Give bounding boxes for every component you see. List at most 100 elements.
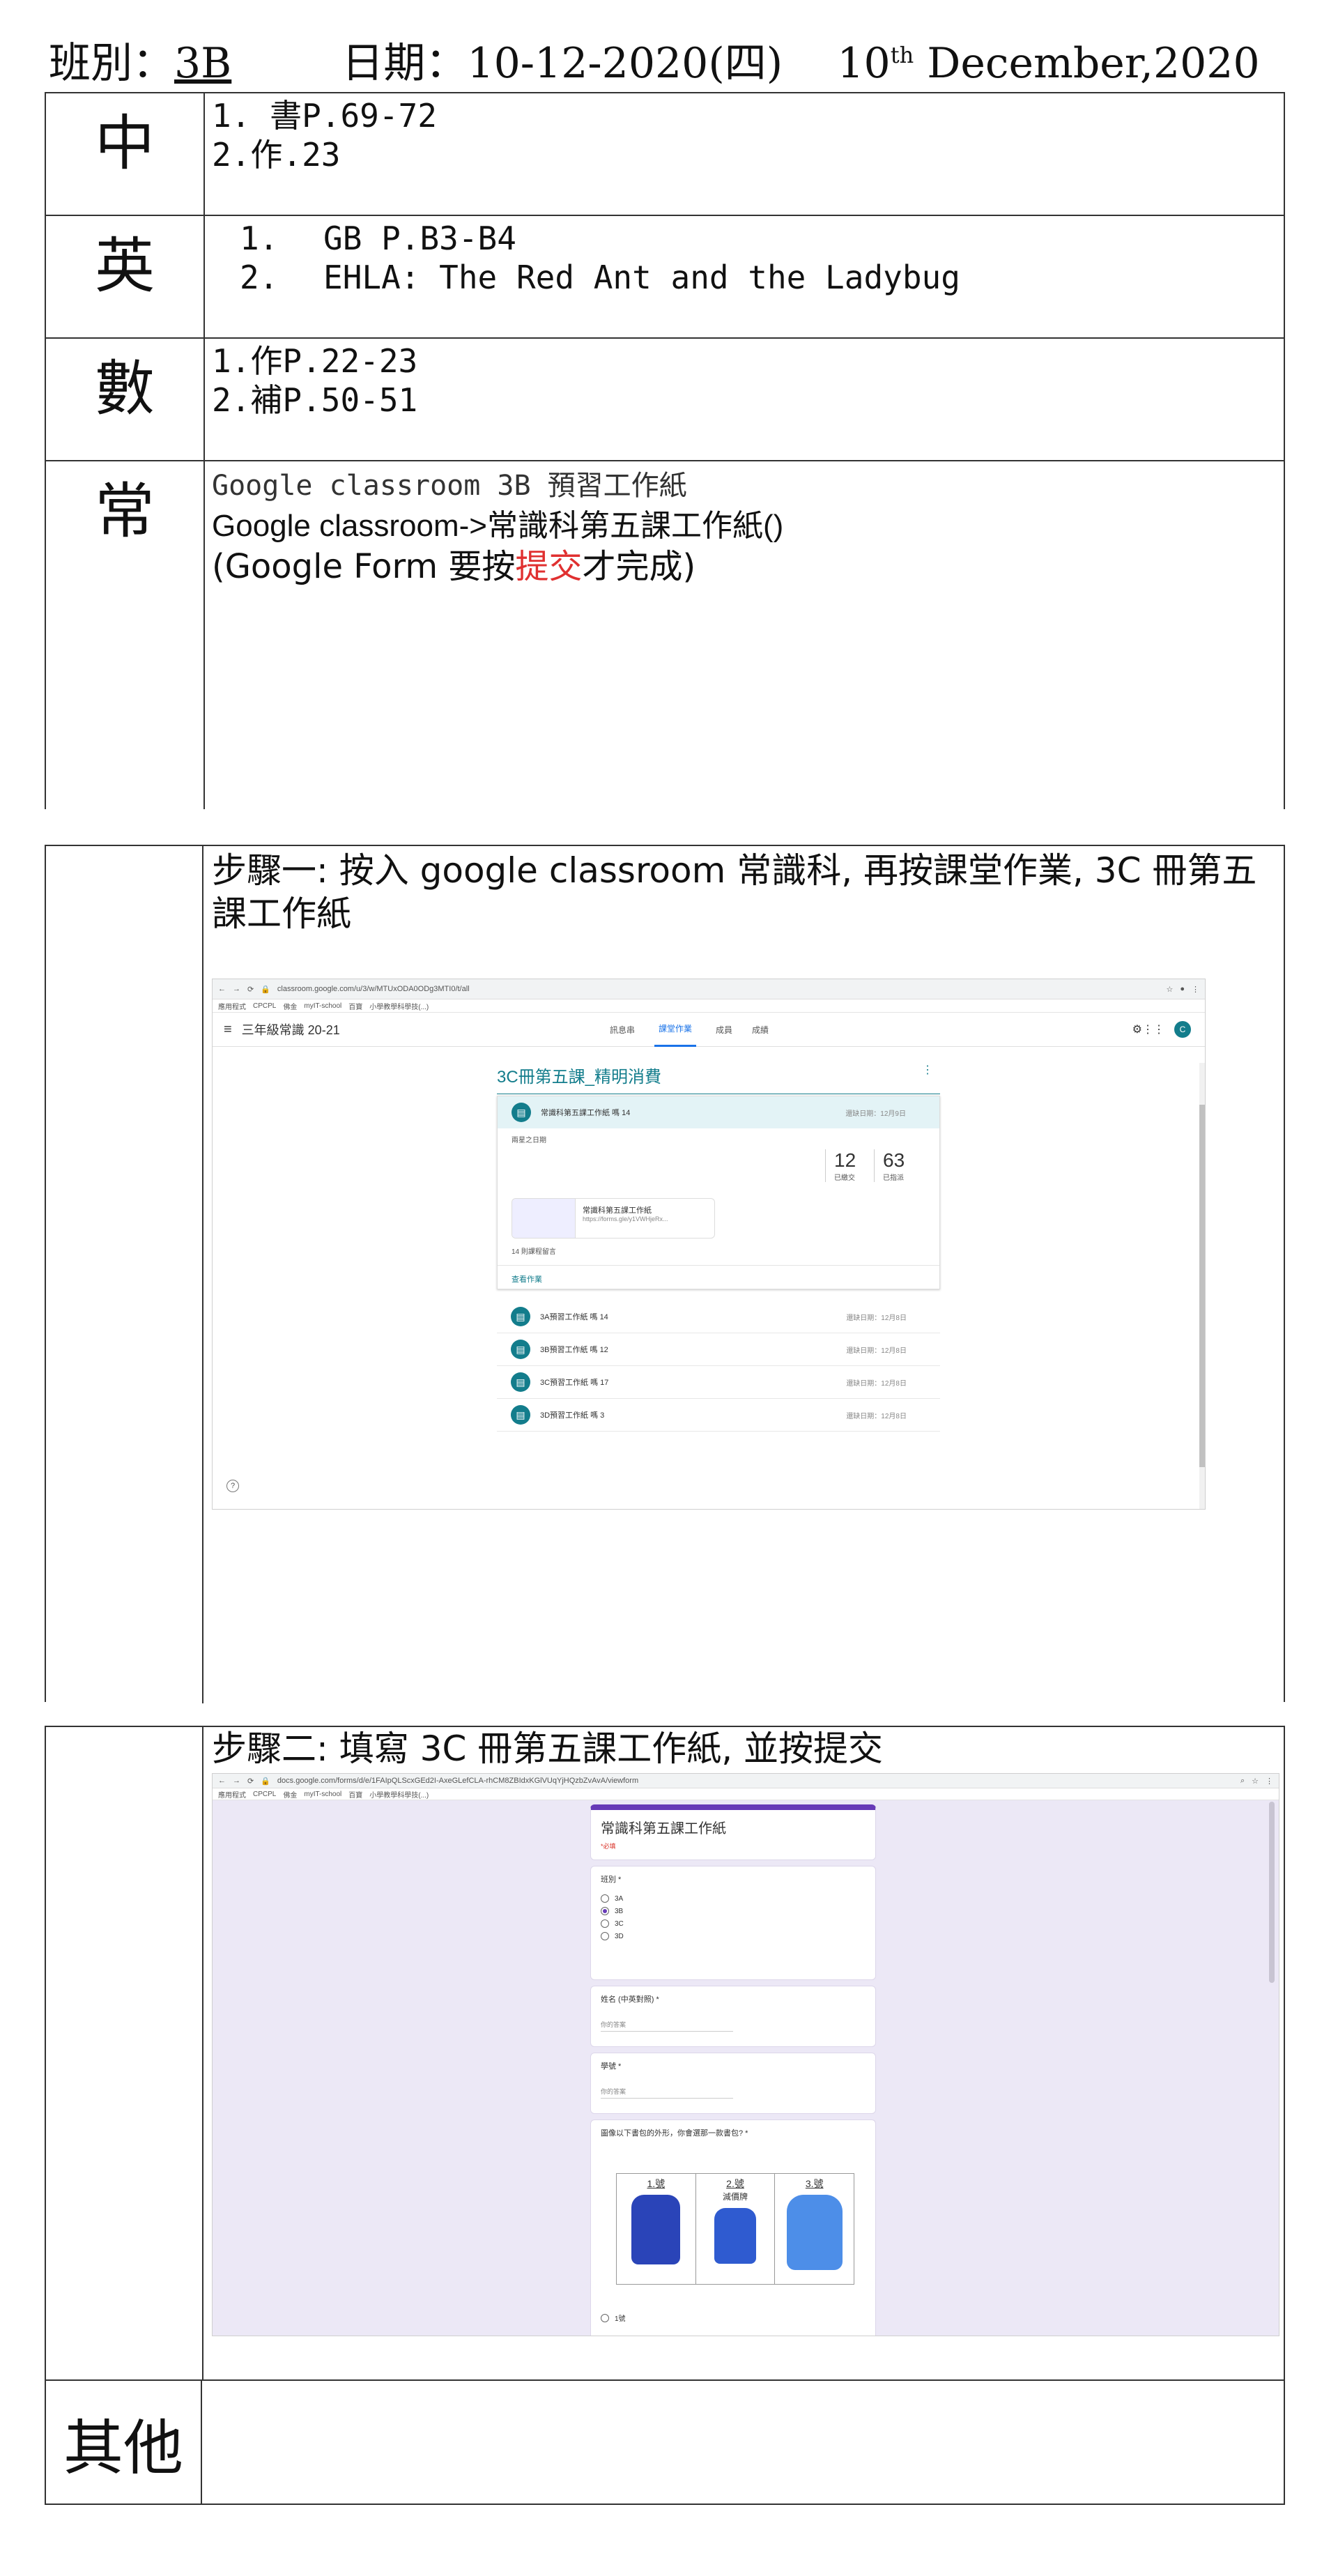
forward-icon[interactable]: → xyxy=(233,985,240,993)
assignment-row[interactable]: ▤ 3C預習工作紙 嗎 17 還缺日期：12月8日 xyxy=(497,1366,940,1399)
assignment-icon: ▤ xyxy=(511,1307,530,1326)
forward-icon[interactable]: → xyxy=(233,1777,240,1785)
row-math: 數 1.作P.22-23 2.補P.50-51 xyxy=(45,337,1285,461)
bag-label-3: 3.號 xyxy=(805,2178,824,2189)
assignment-icon: ▤ xyxy=(511,1340,530,1359)
classwork-topic: 3C冊第五課_精明消費 ⋮ ▤ 常識科第五課工作紙 嗎 14 還缺日期：12月9日… xyxy=(497,1063,940,1432)
reload-icon[interactable]: ⟳ xyxy=(247,985,254,994)
required-note: *必填 xyxy=(601,1843,616,1850)
avatar[interactable]: ● xyxy=(1180,985,1185,993)
class-comments[interactable]: 14 則課程留言 xyxy=(512,1245,556,1256)
tab-people[interactable]: 成員 xyxy=(716,1024,732,1036)
bag-note-2: 減價牌 xyxy=(723,2192,748,2202)
attachment-thumbnail xyxy=(512,1199,576,1238)
bag-label-2: 2.號 xyxy=(726,2178,744,2189)
view-assignment-link[interactable]: 查看作業 xyxy=(512,1273,542,1285)
tab-grades[interactable]: 成績 xyxy=(752,1024,769,1036)
general-line-2: Google classroom->常識科第五課工作紙() xyxy=(212,509,784,543)
general-line-3-pre: (Google Form 要按 xyxy=(212,547,516,586)
help-icon[interactable]: ? xyxy=(226,1480,239,1492)
topic-title: 3C冊第五課_精明消費 ⋮ xyxy=(497,1063,940,1094)
star-icon[interactable]: ☆ xyxy=(1166,985,1173,994)
class-title[interactable]: 三年級常識 20-21 xyxy=(242,1020,340,1038)
backpack-1-icon xyxy=(631,2195,681,2264)
general-line-3: (Google Form 要按提交才完成) xyxy=(212,546,1277,587)
handed-in-label: 已繳交 xyxy=(834,1174,855,1182)
radio-3a[interactable]: 3A xyxy=(601,1894,866,1903)
backpack-3-icon xyxy=(786,2195,843,2270)
assignment-row[interactable]: ▤ 3D預習工作紙 嗎 3 還缺日期：12月8日 xyxy=(497,1399,940,1432)
bookmark-6[interactable]: 小學教學科學技(...) xyxy=(369,1001,429,1011)
assignment-row[interactable]: ▤ 3B預習工作紙 嗎 12 還缺日期：12月8日 xyxy=(497,1333,940,1366)
chinese-line-1: 1. 書P.69-72 xyxy=(212,97,437,135)
homework-table: 中 1. 書P.69-72 2.作.23 英 1. GB P.B3-B4 2. EH… xyxy=(45,92,1285,809)
reload-icon[interactable]: ⟳ xyxy=(247,1777,254,1786)
question-name: 姓名 (中英對照) * 你的答案 xyxy=(590,1986,876,2047)
classroom-header: ≡ 三年級常識 20-21 訊息串 課堂作業 成員 成績 ⚙ ⋮⋮ C xyxy=(213,1013,1205,1047)
q4-label: 圖像以下書包的外形，你會選那一款書包? * xyxy=(601,2129,748,2138)
tab-classwork[interactable]: 課堂作業 xyxy=(654,1012,697,1047)
main-assignment-title[interactable]: 常識科第五課工作紙 嗎 14 xyxy=(541,1107,630,1118)
radio-bag-1[interactable]: 1號 xyxy=(601,2313,626,2323)
subject-general: 常 xyxy=(45,460,205,809)
back-icon[interactable]: ← xyxy=(218,1777,226,1785)
name-input[interactable]: 你的答案 xyxy=(601,2020,733,2032)
bookmark-5[interactable]: 百寶 xyxy=(348,1001,362,1011)
bookmark-4[interactable]: myIT-school xyxy=(304,1002,341,1010)
english-num-1: 1. xyxy=(240,220,279,257)
assignment-icon: ▤ xyxy=(512,1103,531,1122)
gear-icon[interactable]: ⚙ xyxy=(1132,1022,1142,1036)
row-other: 其他 xyxy=(45,2379,1285,2505)
lock-icon: 🔒 xyxy=(261,985,270,994)
bookmark-2[interactable]: CPCPL xyxy=(253,1002,276,1010)
english-num-2: 2. xyxy=(240,259,279,296)
general-line-1: Google classroom 3B 預習工作紙 xyxy=(212,470,687,502)
hamburger-icon[interactable]: ≡ xyxy=(224,1022,232,1038)
q1-label: 班別 * xyxy=(601,1876,622,1884)
form-scrollbar[interactable] xyxy=(1269,1802,1275,1983)
url-text[interactable]: docs.google.com/forms/d/e/1FAIpQLScxGEd2… xyxy=(277,1777,638,1785)
q3-label: 學號 * xyxy=(601,2062,622,2071)
browser-address-bar[interactable]: ← → ⟳ 🔒 classroom.google.com/u/3/w/MTUxO… xyxy=(213,979,1205,999)
apps-icon[interactable]: ⋮⋮ xyxy=(1142,1022,1164,1036)
general-line-3-post: 才完成) xyxy=(582,547,696,586)
radio-3c[interactable]: 3C xyxy=(601,1919,866,1928)
topic-more-icon[interactable]: ⋮ xyxy=(922,1063,933,1077)
scrollbar[interactable] xyxy=(1199,1063,1205,1509)
classroom-screenshot: ← → ⟳ 🔒 classroom.google.com/u/3/w/MTUxO… xyxy=(212,979,1206,1510)
url-text[interactable]: classroom.google.com/u/3/w/MTUxODA0ODg3M… xyxy=(277,985,470,993)
subject-chinese: 中 xyxy=(45,92,205,216)
date-label: 日期： xyxy=(341,39,468,88)
browser-address-bar[interactable]: ← → ⟳ 🔒 docs.google.com/forms/d/e/1FAIpQ… xyxy=(213,1774,1279,1788)
header-line: 班別：3B 日期：10-12-2020(四) 10th December,202… xyxy=(49,29,1260,90)
radio-3d[interactable]: 3D xyxy=(601,1932,866,1940)
tab-stream[interactable]: 訊息串 xyxy=(610,1024,635,1036)
expanded-assignment-card[interactable]: ▤ 常識科第五課工作紙 嗎 14 還缺日期：12月9日 兩星之日期 12 已繳交… xyxy=(497,1096,940,1289)
search-icon[interactable]: ⌕ xyxy=(1240,1777,1245,1786)
backpack-2-icon xyxy=(714,2208,756,2264)
attachment-card[interactable]: 常識科第五課工作紙 https://forms.gle/y1VWHjeRx... xyxy=(512,1198,715,1239)
subject-other: 其他 xyxy=(46,2381,202,2504)
math-line-2: 2.補P.50-51 xyxy=(212,381,418,419)
handed-in-count: 12 xyxy=(834,1149,856,1171)
star-icon[interactable]: ☆ xyxy=(1252,1777,1259,1786)
chinese-homework: 1. 書P.69-72 2.作.23 xyxy=(203,92,1285,216)
back-icon[interactable]: ← xyxy=(218,985,226,993)
menu-icon[interactable]: ⋮ xyxy=(1266,1777,1273,1786)
q2-label: 姓名 (中英對照) * xyxy=(601,1995,659,2004)
question-number: 學號 * 你的答案 xyxy=(590,2053,876,2114)
menu-icon[interactable]: ⋮ xyxy=(1192,985,1199,994)
profile-avatar[interactable]: C xyxy=(1174,1021,1191,1038)
bookmark-3[interactable]: 佛金 xyxy=(283,1001,297,1011)
bag-image-table: 1.號 2.號 減價牌 3.號 xyxy=(616,2173,854,2285)
form-header-card: 常識科第五課工作紙 *必填 xyxy=(590,1804,876,1860)
radio-3b[interactable]: 3B xyxy=(601,1907,866,1915)
bookmark-1[interactable]: 應用程式 xyxy=(218,1001,246,1011)
bookmarks-bar: 應用程式 CPCPL 佛金 myIT-school 百寶 小學教學科學技(...… xyxy=(213,999,1205,1013)
assignment-icon: ▤ xyxy=(511,1372,530,1392)
date-en-sup: th xyxy=(890,42,914,68)
chinese-line-2: 2.作.23 xyxy=(212,136,341,174)
assignment-row[interactable]: ▤ 3A預習工作紙 嗎 14 還缺日期：12月8日 xyxy=(497,1301,940,1333)
number-input[interactable]: 你的答案 xyxy=(601,2087,733,2099)
date-en-day: 10 xyxy=(837,39,891,88)
